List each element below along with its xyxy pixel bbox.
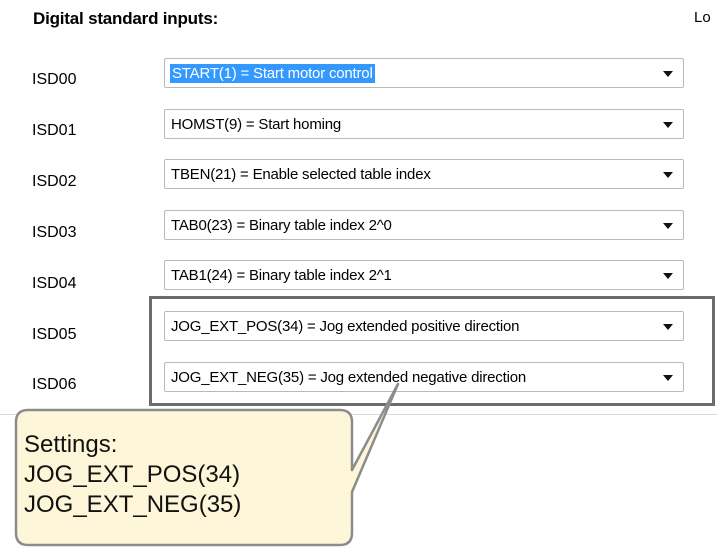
callout-line: JOG_EXT_POS(34) bbox=[24, 461, 241, 488]
callout-line: Settings: bbox=[24, 431, 118, 458]
callout-text: Settings: JOG_EXT_POS(34) JOG_EXT_NEG(35… bbox=[24, 430, 241, 520]
callout-line: JOG_EXT_NEG(35) bbox=[24, 491, 242, 518]
